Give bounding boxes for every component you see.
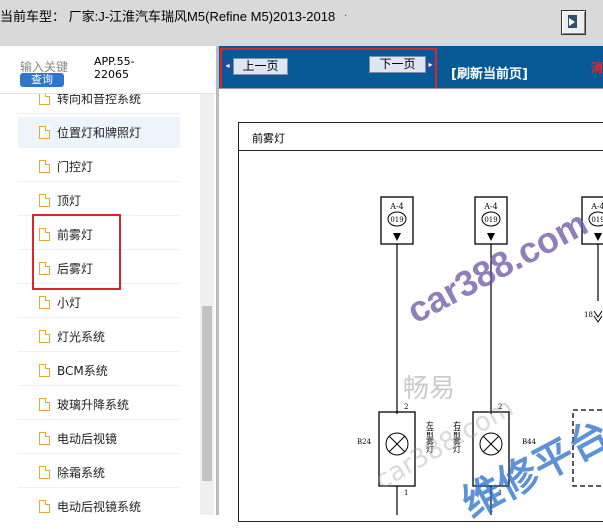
document-icon [39, 159, 50, 173]
query-button[interactable]: 查询 [20, 73, 64, 87]
tree-item[interactable]: BCM系统 [18, 355, 180, 386]
title-dot: . [344, 8, 348, 19]
tree-item[interactable]: 电动后视镜系统 [18, 491, 180, 515]
document-icon [39, 397, 50, 411]
tree-item-label: 转向和音控系统 [57, 94, 142, 106]
tree-item-label: 灯光系统 [57, 329, 106, 344]
document-icon [39, 295, 50, 309]
edge-link[interactable]: 消 [591, 59, 603, 76]
document-icon [39, 465, 50, 479]
left-lamp-pin-bottom: 1 [404, 489, 408, 497]
tree-item-label: 顶灯 [57, 193, 82, 208]
chapter-tree: 转向和音控系统 位置灯和牌照灯 门控灯 顶灯 前雾灯 后雾灯 小灯 灯光系统 BCM系统 玻璃升降… [18, 94, 200, 515]
document-icon [39, 329, 50, 343]
app-code-line2: 22065 [94, 68, 129, 81]
wire-number: 18 [584, 311, 593, 319]
tree-item-label: 除霜系统 [57, 465, 106, 480]
right-fog-lamp: 右前雾灯 B44 [453, 411, 537, 515]
diagram-title: 前雾灯 [252, 132, 285, 145]
app-code-line1: APP.55- [94, 55, 135, 68]
document-icon [39, 431, 50, 445]
connector-a4-left: A-4 019 [380, 196, 414, 245]
refresh-page-link[interactable]: [刷新当前页] [451, 63, 528, 82]
tree-item-label: BCM系统 [57, 363, 108, 378]
document-icon [39, 125, 50, 139]
current-model-title: 当前车型： 厂家:J-江淮汽车瑞风M5(Refine M5)2013-2018 [0, 9, 336, 24]
connector-code: A-4 [389, 202, 404, 211]
connector-a4-middle: A-4 019 [474, 196, 508, 245]
right-lamp-pin-top: 2 [498, 403, 502, 411]
tree-item-label: 小灯 [57, 295, 82, 310]
tree-item-label: 玻璃升降系统 [57, 397, 130, 412]
connector-code: A-4 [590, 202, 603, 211]
left-fog-lamp: B24 左前雾灯 [357, 411, 435, 515]
document-icon [39, 193, 50, 207]
connector-pin: 019 [484, 216, 497, 224]
tree-item[interactable]: 玻璃升降系统 [18, 389, 180, 420]
document-icon [39, 499, 50, 513]
document-icon [39, 94, 50, 105]
tree-item-label: 电动后视镜系统 [57, 499, 142, 514]
left-lamp-pin-top: 2 [404, 403, 408, 411]
tree-item-label: 门控灯 [57, 159, 94, 174]
connector-pin: 019 [390, 216, 403, 224]
right-lamp-code: B44 [522, 438, 537, 446]
connector-code: A-4 [483, 202, 498, 211]
connector-pin: 019 [591, 216, 603, 224]
nav-buttons-highlight [220, 48, 437, 90]
tree-item-label: 电动后视镜 [57, 431, 118, 446]
fog-lamp-highlight [32, 214, 121, 290]
tree-item[interactable]: 顶灯 [18, 185, 180, 216]
third-lamp-outline [572, 409, 603, 487]
tree-item[interactable]: 灯光系统 [18, 321, 180, 352]
left-lamp-code: B24 [357, 438, 372, 446]
tree-item[interactable]: 转向和音控系统 [18, 94, 180, 114]
tree-item[interactable]: 除霜系统 [18, 457, 180, 488]
right-lamp-pin-bottom: 1 [498, 489, 502, 497]
document-icon [39, 363, 50, 377]
title-bar: 当前车型： 厂家:J-江淮汽车瑞风M5(Refine M5)2013-2018 … [0, 0, 603, 46]
left-lamp-label: 左前雾灯 [426, 420, 435, 454]
wiring-diagram: A-4 019 A-4 019 A-4 019 18 2 2 1 1 B24 左… [357, 196, 603, 515]
tree-item-label: 位置灯和牌照灯 [57, 125, 142, 140]
connector-a4-right: A-4 019 [581, 196, 603, 245]
exit-door-icon[interactable] [561, 10, 586, 35]
tree-scroll-thumb[interactable] [202, 306, 212, 481]
tree-item[interactable]: 位置灯和牌照灯 [18, 117, 180, 148]
app-code: APP.55- 22065 [94, 55, 135, 81]
tree-item[interactable]: 小灯 [18, 287, 180, 318]
tree-item[interactable]: 电动后视镜 [18, 423, 180, 454]
tree-item[interactable]: 门控灯 [18, 151, 180, 182]
right-lamp-label: 右前雾灯 [453, 420, 462, 454]
